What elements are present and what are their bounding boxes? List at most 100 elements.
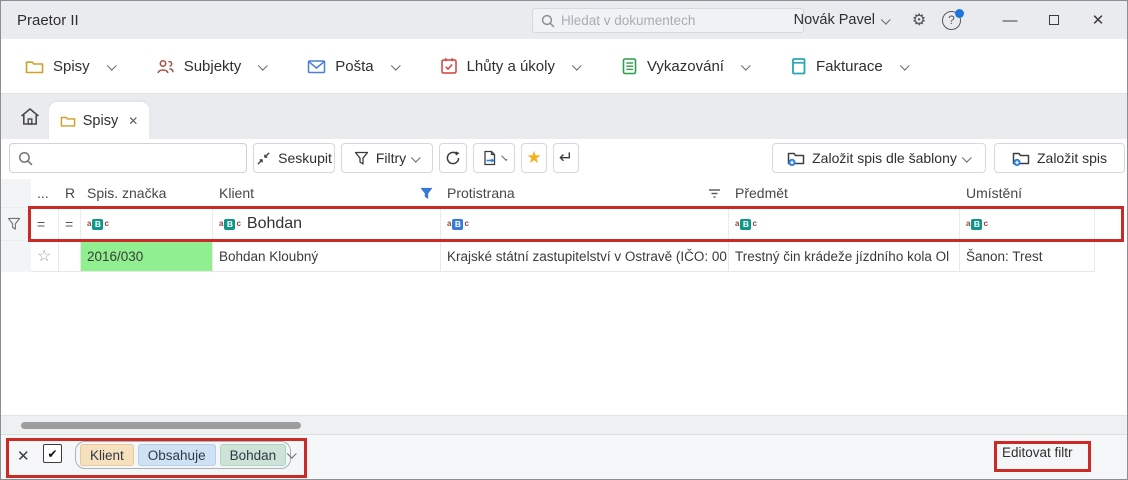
column-header-spis-znacka[interactable]: Spis. značka (81, 179, 213, 207)
horizontal-scrollbar[interactable] (1, 415, 1127, 434)
people-icon (156, 58, 175, 75)
clear-filter-button[interactable]: ✕ (17, 447, 30, 465)
maximize-button[interactable] (1039, 12, 1069, 29)
chevron-down-icon (961, 152, 972, 163)
row-klient-cell[interactable]: Bohdan Kloubný (213, 241, 441, 272)
abc-filter-icon: aBc (735, 218, 757, 230)
group-button[interactable]: Seskupit (253, 143, 335, 173)
active-filter-funnel-icon[interactable] (420, 187, 433, 200)
filter-field-chip[interactable]: Klient (80, 444, 134, 466)
column-header-protistrana[interactable]: Protistrana (441, 179, 729, 207)
menu-label: Vykazování (646, 57, 724, 75)
chevron-down-icon (410, 152, 421, 163)
row-umisteni-cell[interactable]: Šanon: Trest (960, 241, 1095, 272)
grid-filter-row: = = aBc aBc Bohdan aBc aBc aBc (1, 207, 1095, 241)
close-button[interactable]: ✕ (1083, 11, 1113, 29)
filter-status-bar: ✕ ✔ Klient Obsahuje Bohdan Editovat filt… (1, 434, 1127, 479)
filter-cell-dots[interactable]: = (31, 207, 59, 241)
chevron-down-icon (106, 60, 117, 71)
refresh-button[interactable] (439, 143, 467, 173)
help-button[interactable]: ? (942, 8, 964, 30)
column-header-umisteni[interactable]: Umístění (960, 179, 1095, 207)
maximize-icon (1049, 14, 1059, 25)
folder-plus-icon (787, 150, 805, 167)
minimize-button[interactable]: — (995, 12, 1025, 29)
menu-subjekty[interactable]: Subjekty (156, 58, 268, 75)
menu-label: Subjekty (183, 57, 242, 75)
column-header-klient[interactable]: Klient (213, 179, 441, 207)
scrollbar-thumb[interactable] (21, 422, 301, 429)
column-header-predmet[interactable]: Předmět (729, 179, 960, 207)
notification-dot (955, 8, 964, 18)
grid-search-input[interactable] (39, 150, 238, 166)
chevron-down-icon (390, 60, 401, 71)
filter-lines-icon[interactable] (708, 188, 721, 198)
enter-button[interactable]: ↵ (553, 143, 579, 173)
user-menu[interactable]: Novák Pavel (793, 12, 891, 28)
menu-spisy[interactable]: Spisy (25, 57, 117, 75)
star-outline-icon: ☆ (37, 248, 52, 265)
search-icon (541, 14, 555, 28)
search-icon (18, 151, 33, 166)
abc-filter-icon: aBc (966, 218, 988, 230)
grid-search-box[interactable] (9, 143, 247, 173)
menu-posta[interactable]: Pošta (307, 57, 401, 75)
export-dropdown-button[interactable] (473, 143, 515, 173)
filter-cell-klient[interactable]: aBc Bohdan (213, 207, 441, 241)
filters-button-label: Filtry (375, 150, 407, 166)
user-name: Novák Pavel (793, 12, 875, 28)
gear-icon: ⚙ (911, 12, 927, 29)
folder-icon (60, 114, 76, 128)
column-header-label: Protistrana (447, 185, 515, 201)
clipboard-list-icon (621, 57, 638, 75)
chevron-down-icon (740, 60, 751, 71)
home-tab-button[interactable] (19, 106, 41, 127)
row-protistrana-cell[interactable]: Krajské státní zastupitelství v Ostravě … (441, 241, 729, 272)
filter-cell-protistrana[interactable]: aBc (441, 207, 729, 241)
row-spis-znacka-cell[interactable]: 2016/030 (81, 241, 213, 272)
filter-cell-spis-znacka[interactable]: aBc (81, 207, 213, 241)
edit-filter-button[interactable]: Editovat filtr (1002, 445, 1073, 460)
table-row[interactable]: ☆ 2016/030 Bohdan Kloubný Krajské státní… (1, 241, 1095, 272)
filter-value-chip[interactable]: Bohdan (219, 444, 287, 466)
filter-cell-umisteni[interactable]: aBc (960, 207, 1095, 241)
filter-condition-group[interactable]: Klient Obsahuje Bohdan (75, 441, 292, 469)
chevron-down-icon (880, 14, 891, 25)
filter-row-gutter (1, 207, 31, 241)
settings-gear-button[interactable]: ⚙ (906, 10, 932, 30)
row-favorite-cell[interactable]: ☆ (31, 241, 59, 272)
column-header-label: Klient (219, 185, 255, 201)
filter-cell-r[interactable]: = (59, 207, 81, 241)
filters-dropdown-button[interactable]: Filtry (341, 143, 433, 173)
row-predmet-cell[interactable]: Trestný čin krádeže jízdního kola Ol (729, 241, 960, 272)
menu-label: Pošta (335, 57, 374, 75)
star-icon: ★ (526, 148, 542, 167)
chevron-down-icon (899, 60, 910, 71)
menu-label: Spisy (53, 57, 90, 75)
document-search-box[interactable] (532, 8, 804, 33)
filter-operator-chip[interactable]: Obsahuje (137, 444, 216, 466)
filter-enabled-checkbox[interactable]: ✔ (43, 444, 62, 463)
enter-icon: ↵ (558, 148, 574, 167)
menu-vykazovani[interactable]: Vykazování (621, 57, 751, 75)
group-button-label: Seskupit (278, 150, 332, 166)
tab-close-icon[interactable]: ✕ (128, 114, 138, 128)
menu-lhuty-a-ukoly[interactable]: Lhůty a úkoly (440, 57, 582, 75)
column-header-r[interactable]: R (59, 179, 81, 207)
column-header-dots[interactable]: ... (31, 179, 59, 207)
app-title: Praetor II (17, 11, 79, 29)
new-file-button[interactable]: Založit spis (994, 143, 1125, 173)
row-r-cell[interactable] (59, 241, 81, 272)
abc-filter-icon: aBc (87, 218, 109, 230)
folder-icon (25, 58, 44, 75)
document-search-input[interactable] (561, 13, 795, 28)
menu-fakturace[interactable]: Fakturace (790, 57, 910, 75)
tab-spisy[interactable]: Spisy ✕ (49, 102, 149, 140)
equals-icon: = (65, 216, 74, 232)
menu-label: Lhůty a úkoly (466, 57, 555, 75)
favorite-button[interactable]: ★ (521, 143, 547, 173)
main-menu-bar: Spisy Subjekty Pošta Lhůty a úkoly Vykaz… (1, 39, 1127, 93)
new-file-by-template-button[interactable]: Založit spis dle šablony (772, 143, 986, 173)
filter-cell-predmet[interactable]: aBc (729, 207, 960, 241)
funnel-icon (354, 151, 369, 166)
